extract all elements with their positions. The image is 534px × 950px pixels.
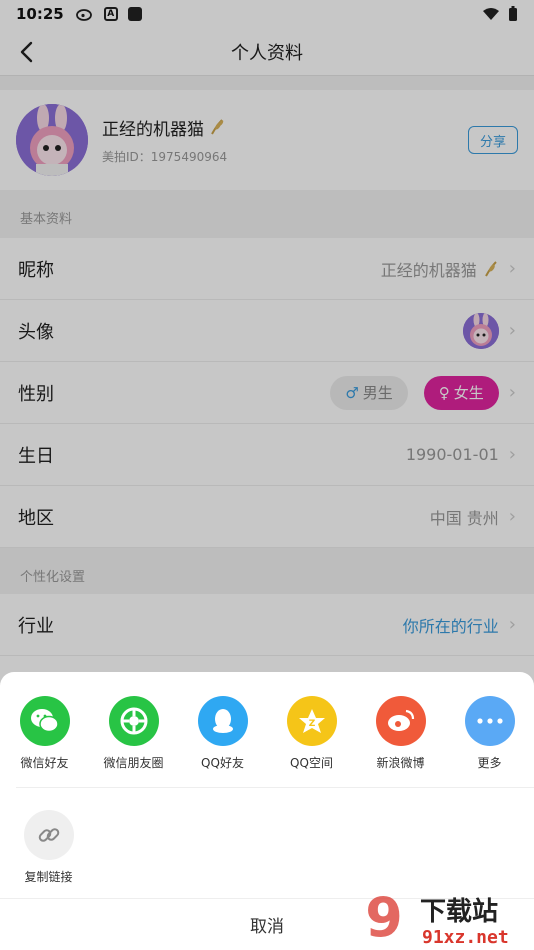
share-label: QQ好友 [201,756,244,770]
share-targets: 微信好友 微信朋友圈 QQ好友 Z QQ空间 新浪微博 更多 [0,696,534,786]
share-label: 更多 [477,756,502,770]
share-more[interactable]: 更多 [445,696,534,786]
qq-icon [197,696,248,746]
watermark-badge: 9 [365,888,403,948]
share-label: 微信朋友圈 [103,756,164,770]
share-wechat-friend[interactable]: 微信好友 [0,696,89,786]
wechat-moments-icon [108,696,159,746]
divider [16,787,534,788]
share-wechat-moments[interactable]: 微信朋友圈 [89,696,178,786]
copy-link-label: 复制链接 [24,870,73,884]
svg-text:Z: Z [308,719,315,729]
share-label: QQ空间 [290,756,333,770]
watermark-logo: 9 下载站 91xz.net [360,886,530,949]
watermark-text: 下载站 [420,897,498,927]
more-icon [464,696,515,746]
watermark-domain: 91xz.net [422,927,509,948]
qzone-icon: Z [286,696,337,746]
wechat-icon [19,696,70,746]
share-weibo[interactable]: 新浪微博 [356,696,445,786]
copy-link-button[interactable]: 复制链接 [4,810,93,885]
share-label: 微信好友 [20,756,69,770]
weibo-icon [375,696,426,746]
share-qq-friend[interactable]: QQ好友 [178,696,267,786]
link-icon [23,810,74,860]
share-qzone[interactable]: Z QQ空间 [267,696,356,786]
share-label: 新浪微博 [376,756,425,770]
